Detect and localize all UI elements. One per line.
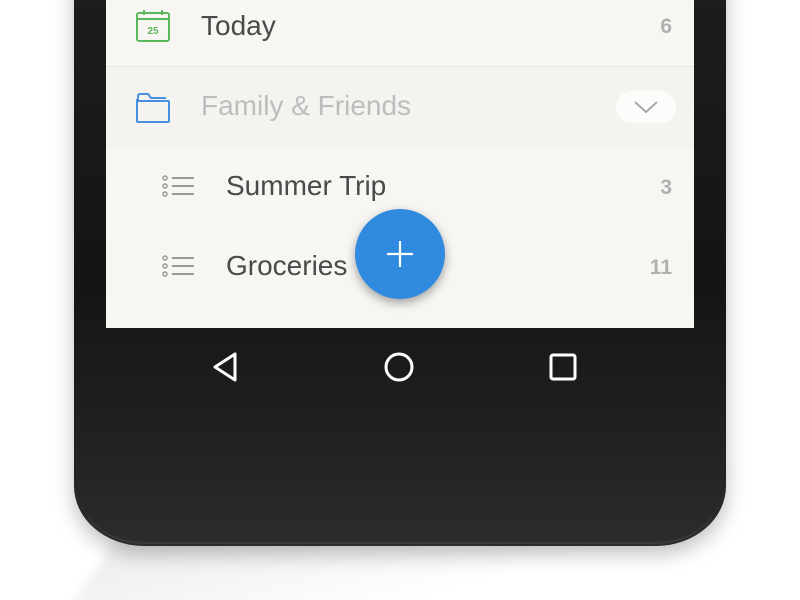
phone-rim xyxy=(78,472,722,544)
add-list-fab[interactable] xyxy=(355,209,445,299)
list-label-groceries: Groceries xyxy=(226,250,348,281)
list-icon xyxy=(162,175,196,206)
nav-back-button[interactable] xyxy=(208,349,244,385)
device-stage: 25 Today 6 Family & Friends Summer Trip … xyxy=(0,0,800,600)
list-item-today[interactable]: 25 Today 6 xyxy=(106,0,694,67)
plus-icon xyxy=(387,241,413,267)
calendar-date: 25 xyxy=(147,26,159,37)
list-count-today: 6 xyxy=(660,15,672,38)
back-triangle-icon xyxy=(213,352,237,382)
home-circle-icon xyxy=(384,352,414,382)
folder-family-friends[interactable]: Family & Friends xyxy=(106,67,694,147)
recent-square-icon xyxy=(549,353,577,381)
list-label-today: Today xyxy=(201,10,276,41)
list-icon xyxy=(162,255,196,286)
chevron-down-icon[interactable] xyxy=(616,91,676,123)
list-count-summer-trip: 3 xyxy=(660,176,672,199)
list-count-groceries: 11 xyxy=(649,256,672,279)
folder-label: Family & Friends xyxy=(201,90,412,121)
list-label-summer-trip: Summer Trip xyxy=(226,170,387,201)
nav-home-button[interactable] xyxy=(381,349,417,385)
nav-recent-button[interactable] xyxy=(545,349,581,385)
calendar-icon: 25 xyxy=(135,9,171,48)
folder-icon xyxy=(135,90,171,129)
